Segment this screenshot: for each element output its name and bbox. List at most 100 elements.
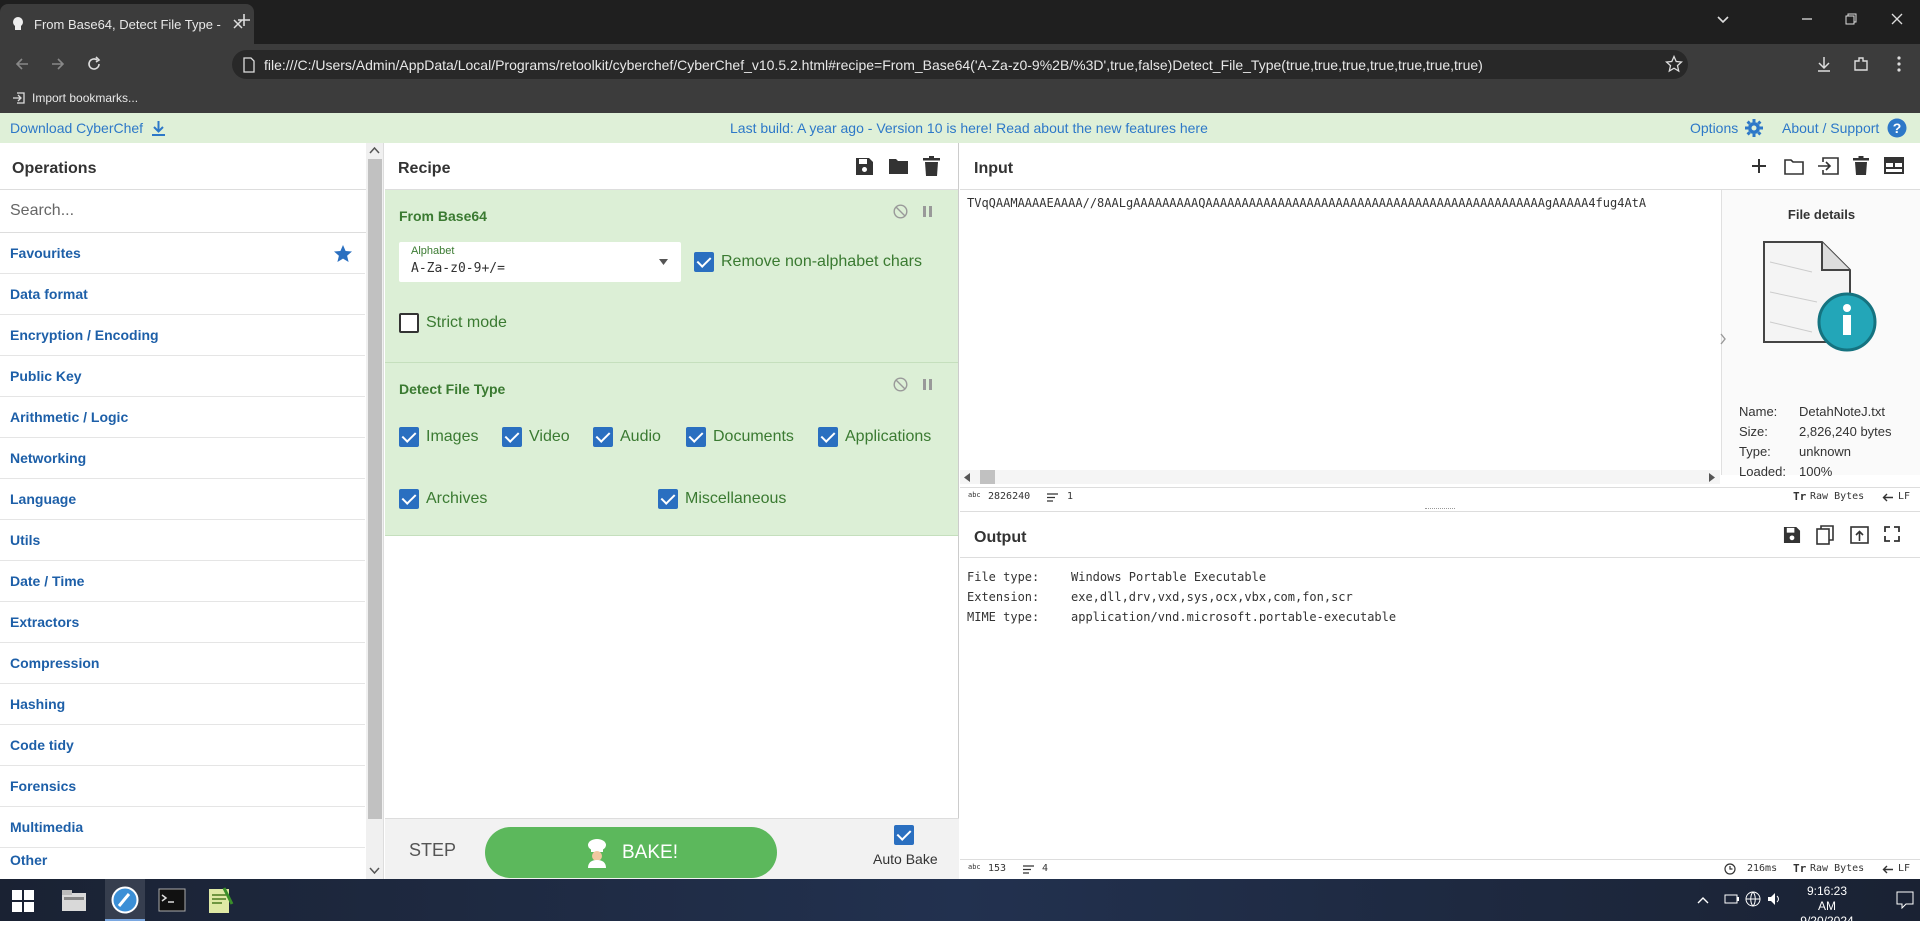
scroll-up-icon[interactable]: [369, 146, 380, 154]
checkbox-checked-icon: [502, 427, 522, 447]
save-recipe-icon[interactable]: [855, 157, 874, 176]
save-output-icon[interactable]: [1783, 526, 1801, 544]
bookmark-star-icon[interactable]: [1665, 55, 1683, 73]
images-checkbox[interactable]: Images: [399, 427, 478, 447]
battery-icon[interactable]: [1724, 893, 1740, 905]
address-bar[interactable]: file:///C:/Users/Admin/AppData/Local/Pro…: [232, 50, 1688, 79]
category-label: Favourites: [10, 245, 81, 261]
options-button[interactable]: Options: [1690, 118, 1764, 138]
collapse-details-icon[interactable]: [1719, 333, 1727, 345]
input-scrollbar-thumb[interactable]: [980, 470, 995, 484]
input-eol[interactable]: LF: [1898, 491, 1910, 502]
build-notice-link[interactable]: Last build: A year ago - Version 10 is h…: [730, 120, 1208, 136]
pause-operation-icon[interactable]: [922, 205, 933, 218]
category-compression[interactable]: Compression: [0, 643, 365, 684]
minimize-icon[interactable]: [1800, 12, 1814, 26]
forward-icon[interactable]: [50, 56, 66, 72]
windows-start-icon[interactable]: [12, 890, 34, 912]
archives-checkbox[interactable]: Archives: [399, 489, 487, 509]
notepad-plus-plus-icon[interactable]: [206, 886, 234, 914]
category-public-key[interactable]: Public Key: [0, 356, 365, 397]
category-label: Language: [10, 491, 77, 507]
pause-operation-icon[interactable]: [922, 378, 933, 391]
input-horizontal-scrollbar[interactable]: [960, 470, 1720, 484]
restore-icon[interactable]: [1844, 12, 1858, 26]
strict-mode-checkbox[interactable]: Strict mode: [399, 313, 507, 333]
category-other[interactable]: Other: [0, 848, 365, 872]
bake-label: BAKE!: [622, 841, 678, 863]
load-recipe-icon[interactable]: [888, 157, 909, 175]
audio-checkbox[interactable]: Audio: [593, 427, 661, 447]
category-favourites[interactable]: Favourites: [0, 233, 365, 274]
operations-scrollbar-thumb[interactable]: [368, 159, 382, 819]
applications-checkbox[interactable]: Applications: [818, 427, 931, 447]
scroll-right-icon[interactable]: [1709, 473, 1716, 482]
category-language[interactable]: Language: [0, 479, 365, 520]
input-title: Input: [974, 160, 1014, 177]
copy-output-icon[interactable]: [1816, 525, 1834, 545]
category-code-tidy[interactable]: Code tidy: [0, 725, 365, 766]
terminal-icon[interactable]: [158, 888, 186, 912]
file-explorer-icon[interactable]: [60, 887, 88, 913]
clear-input-icon[interactable]: [1853, 156, 1869, 175]
back-icon[interactable]: [14, 56, 30, 72]
tab-search-icon[interactable]: [1716, 12, 1730, 26]
input-textarea[interactable]: TVqQAAMAAAAEAAAA//8AALgAAAAAAAAAQAAAAAAA…: [967, 196, 1715, 210]
disable-operation-icon[interactable]: [893, 204, 908, 219]
volume-icon[interactable]: [1766, 891, 1782, 907]
operations-search-input[interactable]: Search...: [0, 190, 383, 233]
documents-checkbox[interactable]: Documents: [686, 427, 794, 447]
output-text[interactable]: File type: Windows Portable Executable Ex…: [967, 567, 1396, 627]
category-encryption-encoding[interactable]: Encryption / Encoding: [0, 315, 365, 356]
network-icon[interactable]: [1745, 891, 1761, 907]
category-date-time[interactable]: Date / Time: [0, 561, 365, 602]
disable-operation-icon[interactable]: [893, 377, 908, 392]
alphabet-select[interactable]: Alphabet A-Za-z0-9+/=: [399, 242, 681, 282]
reload-icon[interactable]: [86, 56, 102, 72]
about-support-button[interactable]: About / Support ?: [1782, 118, 1907, 138]
category-multimedia[interactable]: Multimedia: [0, 807, 365, 848]
miscellaneous-checkbox[interactable]: Miscellaneous: [658, 489, 786, 509]
tray-overflow-icon[interactable]: [1697, 895, 1709, 905]
category-data-format[interactable]: Data format: [0, 274, 365, 315]
replace-input-icon[interactable]: [1850, 526, 1869, 544]
notifications-icon[interactable]: [1896, 891, 1914, 909]
close-window-icon[interactable]: [1890, 12, 1904, 26]
remove-non-alphabet-checkbox[interactable]: Remove non-alphabet chars: [694, 252, 922, 272]
reset-layout-icon[interactable]: [1884, 157, 1904, 174]
import-bookmarks-link[interactable]: Import bookmarks...: [12, 91, 138, 105]
category-utils[interactable]: Utils: [0, 520, 365, 561]
scroll-left-icon[interactable]: [964, 473, 971, 482]
new-tab-icon[interactable]: [236, 12, 252, 28]
browser-tab[interactable]: From Base64, Detect File Type -: [0, 4, 254, 44]
step-button[interactable]: STEP: [409, 840, 456, 861]
open-file-icon[interactable]: [1817, 157, 1839, 175]
tab-title: From Base64, Detect File Type -: [34, 16, 221, 32]
taskbar-browser-item[interactable]: [105, 879, 145, 921]
pane-resize-handle[interactable]: [1425, 508, 1455, 510]
category-networking[interactable]: Networking: [0, 438, 365, 479]
file-size-label: Size:: [1739, 424, 1768, 439]
scroll-down-icon[interactable]: [369, 867, 380, 875]
clear-recipe-icon[interactable]: [923, 156, 940, 176]
extensions-icon[interactable]: [1852, 55, 1870, 73]
video-checkbox[interactable]: Video: [502, 427, 570, 447]
auto-bake-checkbox[interactable]: [894, 825, 914, 845]
downloads-icon[interactable]: [1815, 55, 1833, 73]
maximize-output-icon[interactable]: [1884, 526, 1900, 542]
category-hashing[interactable]: Hashing: [0, 684, 365, 725]
clock[interactable]: 9:16:23 AM 9/20/2024: [1797, 884, 1857, 929]
download-cyberchef-link[interactable]: Download CyberChef: [10, 120, 166, 136]
category-arithmetic-logic[interactable]: Arithmetic / Logic: [0, 397, 365, 438]
menu-icon[interactable]: [1890, 55, 1908, 73]
bake-button[interactable]: BAKE!: [485, 827, 777, 878]
input-encoding[interactable]: Raw Bytes: [1810, 491, 1864, 502]
category-extractors[interactable]: Extractors: [0, 602, 365, 643]
windows-taskbar: 9:16:23 AM 9/20/2024: [0, 879, 1920, 928]
open-folder-icon[interactable]: [1784, 158, 1804, 175]
add-input-tab-icon[interactable]: [1751, 158, 1767, 174]
category-forensics[interactable]: Forensics: [0, 766, 365, 807]
output-eol[interactable]: LF: [1898, 863, 1910, 874]
checkbox-unchecked-icon: [399, 313, 419, 333]
output-encoding[interactable]: Raw Bytes: [1810, 863, 1864, 874]
